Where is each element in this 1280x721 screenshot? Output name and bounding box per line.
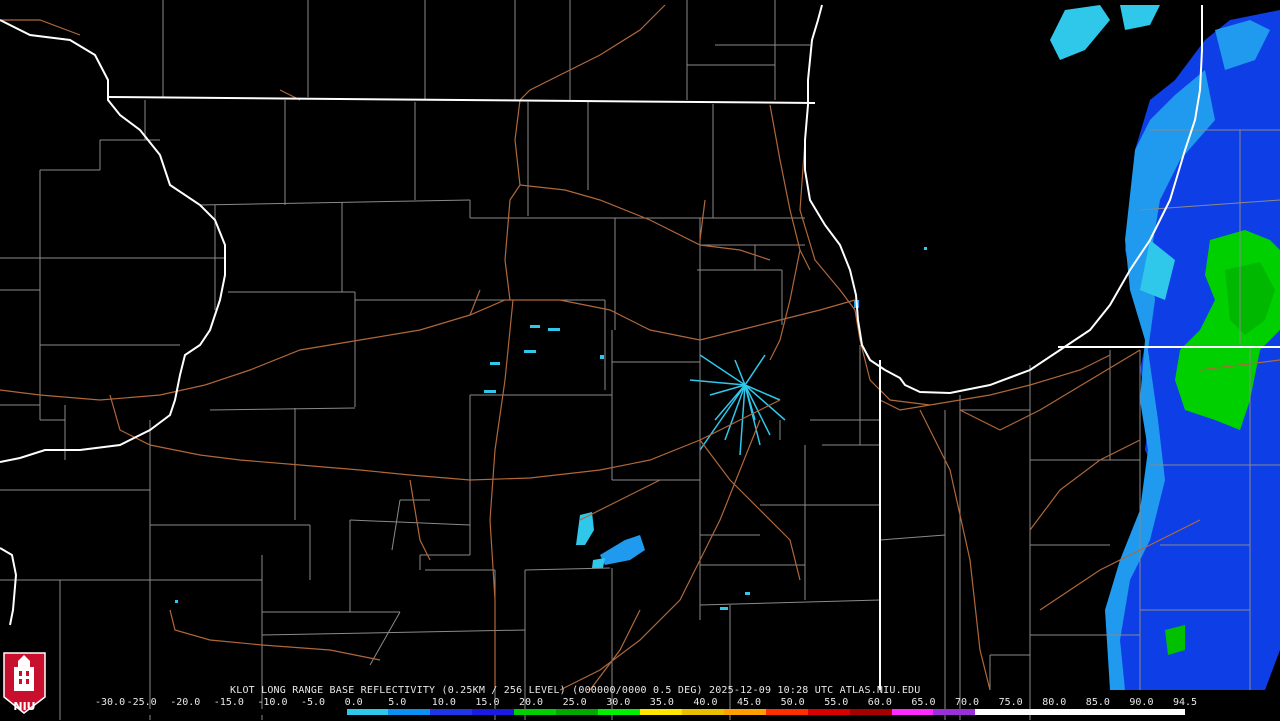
scale-tick-label: 15.0 [475,697,500,708]
scale-tick-label: 10.0 [431,697,456,708]
reflectivity-color-scale [95,709,1185,715]
scale-swatch [178,709,221,715]
scale-swatch [472,709,515,715]
scale-tick-label: -25.0 [126,697,157,708]
scale-swatch [849,709,892,715]
scale-swatch [598,709,640,715]
radar-echoes-scattered [175,247,927,610]
scale-swatch [346,709,389,715]
scale-tick-label: 0.0 [344,697,363,708]
scale-swatch [514,709,557,715]
scale-tick-label: 65.0 [911,697,936,708]
scale-tick-labels: -30.0 -25.0 -20.0 -15.0 -10.0 -5.0 0.0 5.0 10.0 1… [95,697,1198,709]
state-borders [0,19,1280,690]
scale-tick-label: -5.0 [301,697,326,708]
scale-tick-label: 50.0 [780,697,805,708]
scale-tick-label: -20.0 [170,697,201,708]
scale-swatch [681,709,724,715]
scale-tick-label: 25.0 [562,697,587,708]
niu-logo: NIU [2,645,47,717]
scale-swatch [556,709,599,715]
radar-map [0,0,1280,720]
scale-tick-label: -30.0 [95,697,126,708]
scale-swatch [262,709,305,715]
scale-swatch [136,709,179,715]
scale-tick-label: 55.0 [824,697,849,708]
scale-tick-label: 75.0 [998,697,1023,708]
scale-tick-label: 5.0 [388,697,407,708]
scale-swatch [891,709,934,715]
scale-swatch [430,709,473,715]
scale-swatch [95,709,137,715]
scale-tick-label: 45.0 [737,697,762,708]
scale-swatch [723,709,766,715]
scale-swatch [1101,709,1144,715]
scale-tick-label: 94.5 [1173,697,1198,708]
scale-tick-label: 35.0 [649,697,674,708]
scale-swatch [975,709,1018,715]
scale-swatch [639,709,682,715]
scale-tick-label: 60.0 [867,697,892,708]
scale-swatch [220,709,263,715]
product-title: KLOT LONG RANGE BASE REFLECTIVITY (0.25K… [230,685,921,696]
scale-tick-label: 40.0 [693,697,718,708]
scale-swatch [1059,709,1102,715]
scale-swatch [765,709,808,715]
scale-tick-label: 85.0 [1085,697,1110,708]
scale-tick-label: 30.0 [606,697,631,708]
scale-tick-label: 90.0 [1129,697,1154,708]
scale-tick-label: -10.0 [257,697,288,708]
scale-swatch [933,709,976,715]
logo-text: NIU [13,700,36,713]
scale-swatch [1143,709,1185,715]
county-borders [0,0,1280,720]
scale-swatch [807,709,850,715]
scale-swatch [1017,709,1060,715]
scale-tick-label: 70.0 [955,697,980,708]
scale-tick-label: -15.0 [213,697,244,708]
scale-tick-label: 80.0 [1042,697,1067,708]
scale-tick-label: 20.0 [519,697,544,708]
scale-swatch [388,709,431,715]
scale-swatch [304,709,347,715]
